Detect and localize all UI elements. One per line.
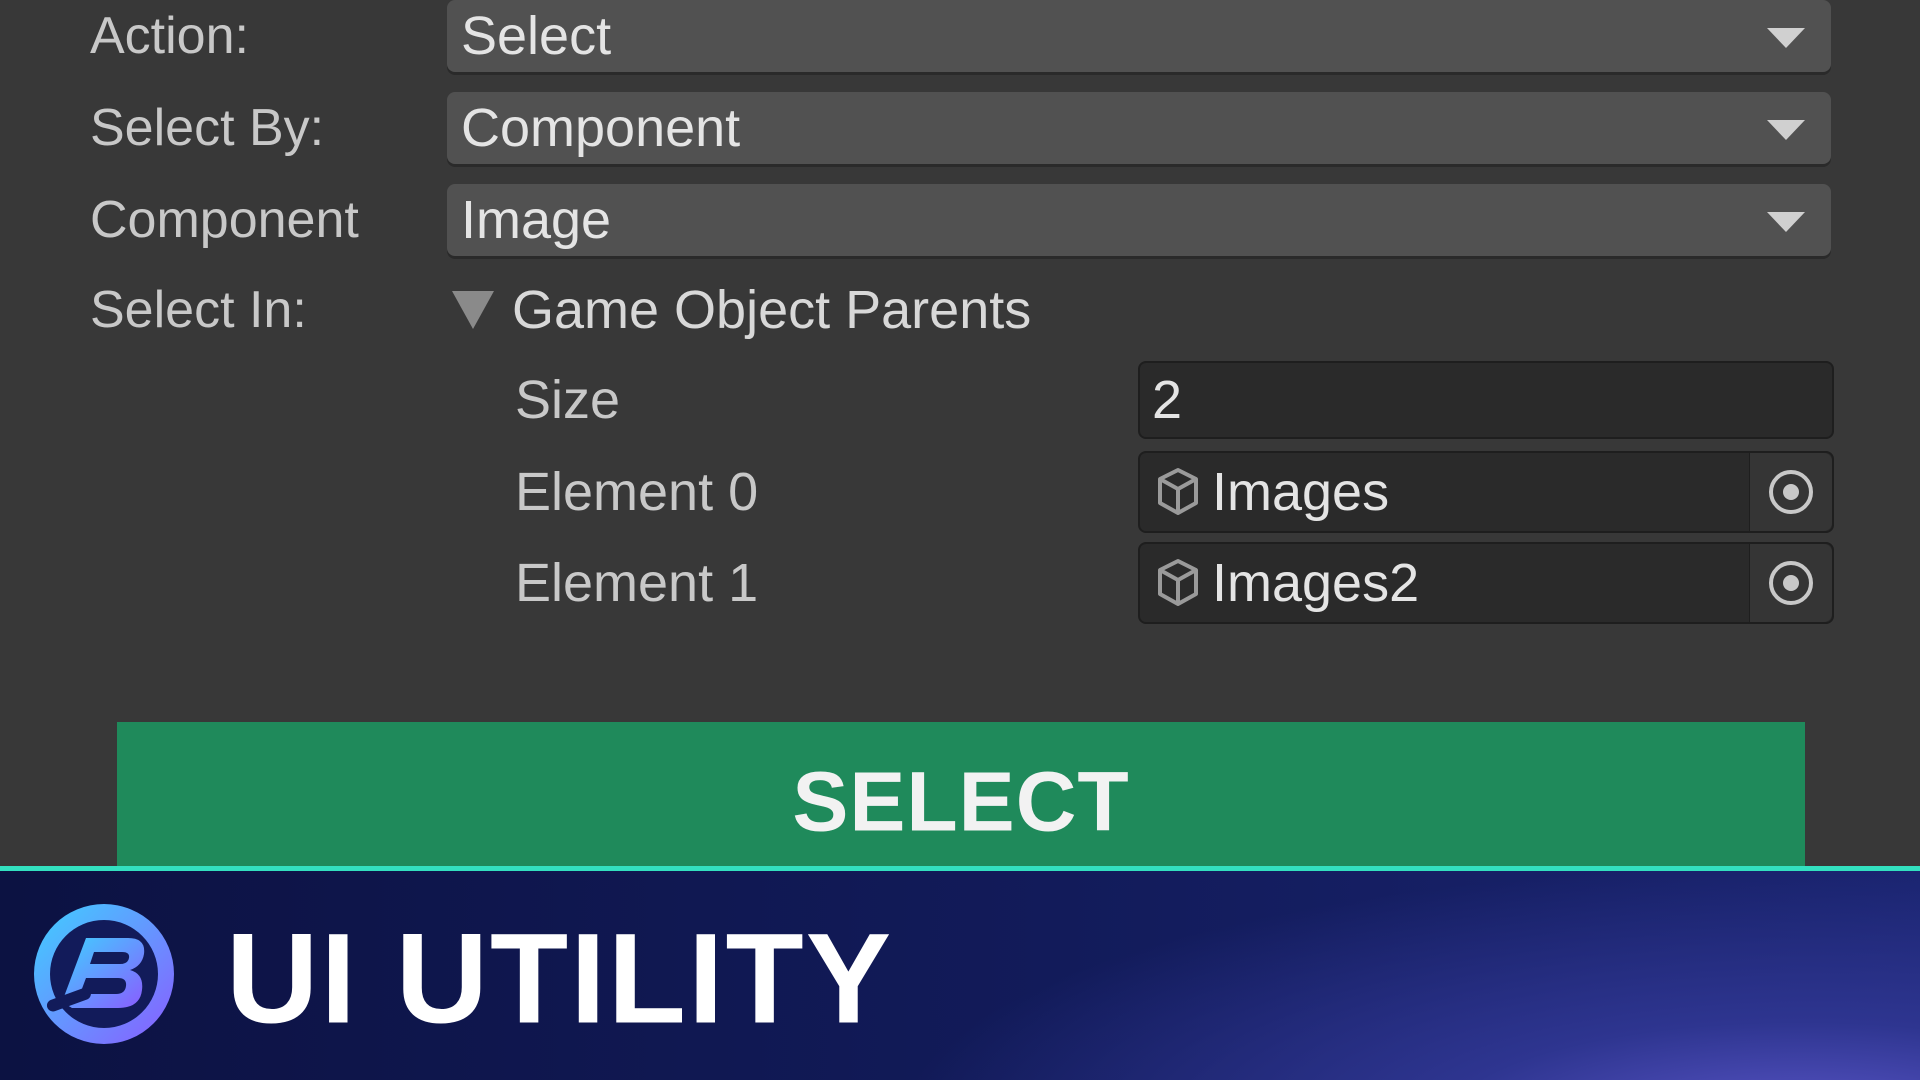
select-in-label: Select In: [90, 281, 307, 339]
banner-accent-line [0, 866, 1920, 871]
select-button-label: SELECT [792, 754, 1130, 849]
element-0-object-field[interactable]: Images [1138, 451, 1834, 533]
banner-title: UI UTILITY [226, 907, 894, 1051]
element-1-object-field[interactable]: Images2 [1138, 542, 1834, 624]
gameobject-cube-icon [1158, 468, 1198, 515]
element-1-picker-button[interactable] [1749, 544, 1832, 622]
element-0-label: Element 0 [515, 462, 759, 522]
element-0-value: Images [1212, 462, 1390, 522]
object-picker-icon [1769, 470, 1813, 514]
size-row: Size 2 [0, 360, 1920, 440]
component-row: Component Image [0, 180, 1920, 260]
select-by-value: Component [461, 98, 741, 158]
action-row: Action: Select [0, 0, 1920, 76]
action-dropdown[interactable]: Select [447, 0, 1831, 72]
foldout-expanded-icon[interactable] [452, 291, 494, 329]
action-label: Action: [90, 7, 249, 65]
select-button[interactable]: SELECT [117, 722, 1805, 866]
triangle-down-icon [1767, 120, 1805, 140]
size-label: Size [515, 370, 621, 430]
inspector-panel: Action: Select Select By: Component Comp… [0, 0, 1920, 866]
brand-logo-icon [34, 904, 174, 1044]
object-picker-icon [1769, 561, 1813, 605]
element-0-row: Element 0 Images [0, 451, 1920, 533]
size-value: 2 [1152, 370, 1183, 430]
title-banner: UI UTILITY [0, 866, 1920, 1080]
component-label: Component [90, 191, 359, 249]
element-1-value: Images2 [1212, 553, 1420, 613]
component-value: Image [461, 190, 612, 250]
select-in-row: Select In: Game Object Parents [0, 270, 1920, 350]
game-object-parents-foldout[interactable]: Game Object Parents [452, 280, 1031, 340]
select-by-label: Select By: [90, 99, 325, 157]
triangle-down-icon [1767, 212, 1805, 232]
element-1-label: Element 1 [515, 553, 759, 613]
component-dropdown[interactable]: Image [447, 184, 1831, 256]
size-input[interactable]: 2 [1138, 361, 1834, 439]
gameobject-cube-icon [1158, 559, 1198, 606]
foldout-label: Game Object Parents [512, 280, 1032, 340]
triangle-down-icon [1767, 28, 1805, 48]
action-value: Select [461, 6, 612, 66]
select-by-dropdown[interactable]: Component [447, 92, 1831, 164]
select-by-row: Select By: Component [0, 88, 1920, 168]
element-0-picker-button[interactable] [1749, 453, 1832, 531]
element-1-row: Element 1 Images2 [0, 542, 1920, 624]
